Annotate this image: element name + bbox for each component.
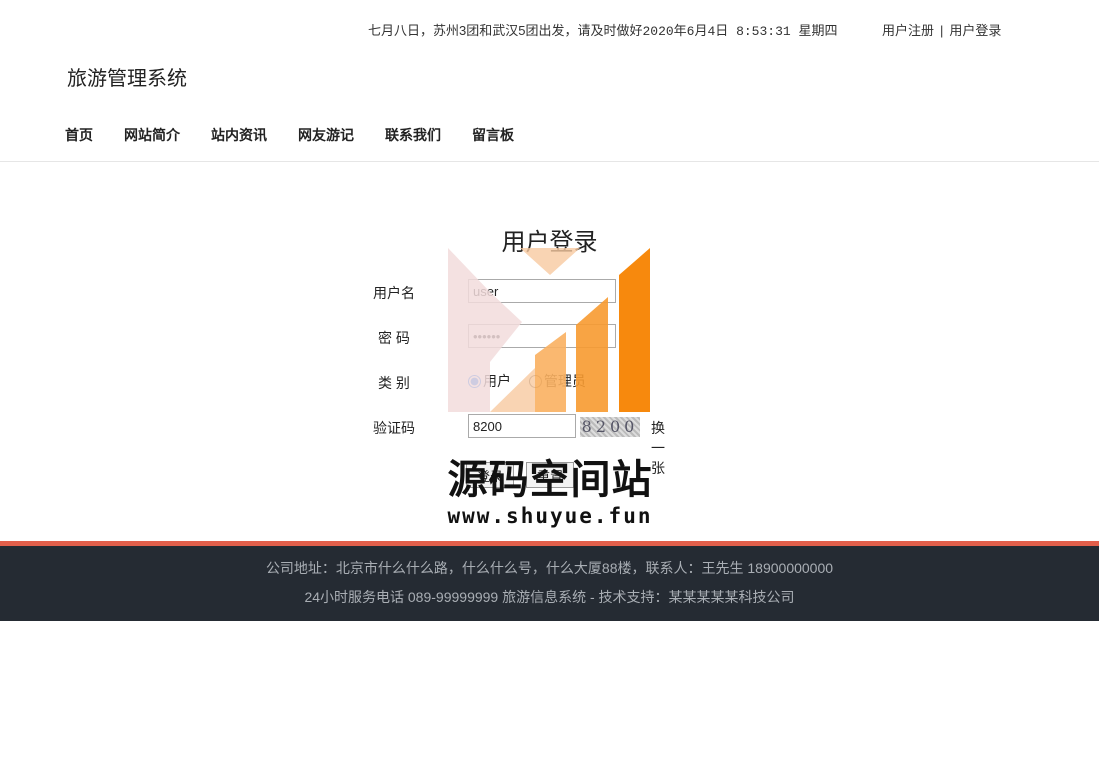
watermark-url: www.shuyue.fun	[447, 504, 653, 528]
captcha-label: 验证码	[373, 420, 415, 436]
footer-address: 公司地址：北京市什么什么路，什么什么号，什么大厦88楼，联系人：王先生 1890…	[265, 560, 834, 576]
auth-links: 用户注册 | 用户登录	[882, 20, 1001, 39]
type-radio-admin[interactable]	[528, 375, 542, 388]
type-option-user[interactable]: 用户	[468, 373, 511, 389]
type-option-user-label: 用户	[483, 373, 511, 389]
auth-separator: |	[940, 23, 944, 38]
register-link[interactable]: 用户注册	[882, 23, 934, 38]
nav-item-home[interactable]: 首页	[65, 127, 93, 143]
type-option-admin[interactable]: 管理员	[528, 373, 586, 389]
captcha-input[interactable]	[468, 414, 576, 438]
footer-contact: 24小时服务电话 089-99999999 旅游信息系统 - 技术支持：某某某某…	[304, 589, 795, 605]
login-link[interactable]: 用户登录	[949, 23, 1001, 38]
site-title: 旅游管理系统	[67, 68, 187, 90]
captcha-refresh-link[interactable]: 换一张	[651, 418, 665, 478]
footer: 公司地址：北京市什么什么路，什么什么号，什么大厦88楼，联系人：王先生 1890…	[0, 546, 1099, 621]
reset-button[interactable]: 重置	[526, 462, 575, 488]
type-label: 类 别	[378, 375, 410, 391]
notice-text: 七月八日，苏州3团和武汉5团出发，请及时做好2020年6月4日 8:53:31 …	[368, 20, 838, 39]
nav-item-about[interactable]: 网站简介	[124, 127, 180, 143]
nav-item-news[interactable]: 站内资讯	[211, 127, 267, 143]
submit-button[interactable]: 登录	[466, 462, 515, 488]
password-input[interactable]	[468, 324, 616, 348]
password-label: 密 码	[378, 330, 410, 346]
nav-item-guestbook[interactable]: 留言板	[472, 127, 514, 143]
username-input[interactable]	[468, 279, 616, 303]
type-option-admin-label: 管理员	[543, 373, 586, 389]
main-nav: 首页 网站简介 站内资讯 网友游记 联系我们 留言板	[65, 125, 545, 145]
current-datetime: 2020年6月4日 8:53:31 星期四	[642, 24, 838, 39]
nav-item-travelogues[interactable]: 网友游记	[298, 127, 354, 143]
nav-divider	[0, 161, 1099, 162]
username-label: 用户名	[373, 285, 415, 301]
login-title: 用户登录	[501, 229, 598, 256]
form-buttons: 登录 重置	[466, 462, 586, 488]
type-radio-group: 用户 管理员	[468, 371, 600, 391]
top-info-bar: 七月八日，苏州3团和武汉5团出发，请及时做好2020年6月4日 8:53:31 …	[0, 20, 1099, 40]
type-radio-user[interactable]	[468, 375, 481, 388]
notice-message: 七月八日，苏州3团和武汉5团出发，请及时做好	[368, 23, 643, 38]
nav-item-contact[interactable]: 联系我们	[385, 127, 441, 143]
captcha-image[interactable]: 8200	[580, 417, 640, 437]
